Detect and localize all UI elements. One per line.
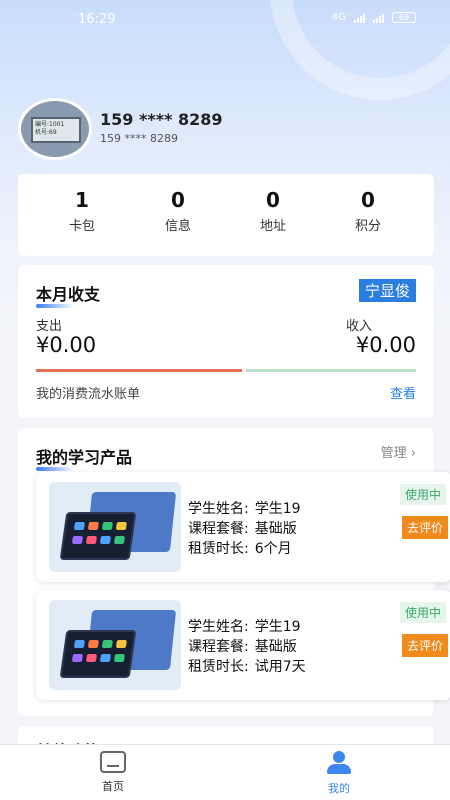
stat-address[interactable]: 0 地址 <box>233 188 313 234</box>
network-type: 4G <box>331 12 346 23</box>
plan-label: 课程套餐: <box>188 521 249 537</box>
status-badge: 使用中 <box>399 602 446 623</box>
stat-points[interactable]: 0 积分 <box>328 188 408 234</box>
student-name-label: 学生姓名: <box>188 501 249 517</box>
plan-value: 基础版 <box>254 639 297 655</box>
ledger-link[interactable]: 我的消费流水账单 <box>36 383 140 402</box>
manage-button[interactable]: 管理 › <box>381 442 416 461</box>
avatar-text-1: 编号:1001 <box>35 121 65 128</box>
tab-home[interactable]: 首页 <box>83 751 143 794</box>
duration-value: 6个月 <box>254 541 292 557</box>
stat-label: 积分 <box>354 219 381 234</box>
tablet-screen-shape <box>59 512 137 560</box>
avatar[interactable]: 编号:1001 机号:69 <box>18 98 92 160</box>
stat-value: 0 <box>266 188 280 212</box>
plan-row: 课程套餐: 基础版 <box>188 518 297 538</box>
bottom-tab-bar: 首页 我的 <box>0 744 450 800</box>
products-title: 我的学习产品 <box>36 444 133 471</box>
tablet-product-image <box>49 600 181 690</box>
product-item[interactable]: 学生姓名: 学生19 课程套餐: 基础版 租赁时长: 试用7天 使用中 去评价 <box>36 590 450 700</box>
stat-label: 卡包 <box>68 219 95 234</box>
signal-icon-2 <box>373 13 384 23</box>
battery-icon: 69 <box>392 12 416 23</box>
stat-label: 信息 <box>164 219 191 234</box>
view-ledger-button[interactable]: 查看 <box>390 383 416 402</box>
tab-profile[interactable]: 我的 <box>309 751 369 796</box>
avatar-text-2: 机号:69 <box>35 129 57 136</box>
stat-value: 0 <box>171 188 185 212</box>
avatar-image: 编号:1001 机号:69 <box>31 117 81 143</box>
duration-label: 租赁时长: <box>188 659 249 675</box>
expense-label: 支出 <box>36 319 63 334</box>
expense-amount: ¥0.00 <box>36 333 97 357</box>
finance-title-text: 本月收支 <box>36 285 101 304</box>
stats-card: 1 卡包 0 信息 0 地址 0 积分 <box>18 174 434 256</box>
student-name-row: 学生姓名: 学生19 <box>188 616 301 636</box>
manage-label: 管理 <box>380 446 407 461</box>
title-underline <box>36 467 74 471</box>
plan-label: 课程套餐: <box>188 639 249 655</box>
stat-value: 1 <box>75 188 89 212</box>
user-phone: 159 **** 8289 <box>100 110 223 129</box>
product-item[interactable]: 学生姓名: 学生19 课程套餐: 基础版 租赁时长: 6个月 使用中 去评价 <box>36 472 450 582</box>
user-phone-sub: 159 **** 8289 <box>100 132 178 145</box>
title-underline <box>36 304 74 308</box>
status-badge: 使用中 <box>399 484 446 505</box>
signal-icon <box>354 13 365 23</box>
student-name-value: 学生19 <box>254 501 301 517</box>
tablet-product-image <box>49 482 181 572</box>
chevron-right-icon: › <box>410 446 416 461</box>
profile-header[interactable]: 编号:1001 机号:69 159 **** 8289 159 **** 828… <box>18 98 438 162</box>
stat-value: 0 <box>361 188 375 212</box>
evaluate-button[interactable]: 去评价 <box>401 516 448 539</box>
status-icons: 4G 69 <box>332 12 416 23</box>
products-title-text: 我的学习产品 <box>36 448 133 467</box>
expense-bar <box>36 369 242 372</box>
stat-messages[interactable]: 0 信息 <box>138 188 218 234</box>
learning-products-card: 我的学习产品 管理 › 学生姓名: 学生19 课程套餐: 基础版 租赁时长: 6个月 … <box>18 428 450 716</box>
income-bar <box>246 369 416 372</box>
student-name-value: 学生19 <box>254 619 301 635</box>
plan-value: 基础版 <box>254 521 297 537</box>
duration-value: 试用7天 <box>254 659 306 675</box>
tablet-screen-shape <box>59 630 137 678</box>
status-bar: 16:29 4G 69 <box>0 0 450 40</box>
income-amount: ¥0.00 <box>355 333 416 357</box>
finance-title: 本月收支 <box>36 281 101 308</box>
profile-icon <box>326 751 352 775</box>
duration-row: 租赁时长: 试用7天 <box>188 656 306 676</box>
evaluate-button[interactable]: 去评价 <box>401 634 448 657</box>
duration-label: 租赁时长: <box>188 541 249 557</box>
monthly-finance-card: 本月收支 宁显俊 支出 ¥0.00 收入 ¥0.00 我的消费流水账单 查看 <box>18 265 434 418</box>
status-time: 16:29 <box>78 12 116 27</box>
home-icon <box>100 751 126 773</box>
income-label: 收入 <box>346 319 373 334</box>
stat-label: 地址 <box>259 219 286 234</box>
tab-profile-label: 我的 <box>328 782 350 795</box>
tab-home-label: 首页 <box>102 780 124 793</box>
stat-card-pack[interactable]: 1 卡包 <box>42 188 122 234</box>
duration-row: 租赁时长: 6个月 <box>188 538 292 558</box>
student-name-label: 学生姓名: <box>188 619 249 635</box>
user-name-tag: 宁显俊 <box>358 279 416 302</box>
student-name-row: 学生姓名: 学生19 <box>188 498 301 518</box>
plan-row: 课程套餐: 基础版 <box>188 636 297 656</box>
